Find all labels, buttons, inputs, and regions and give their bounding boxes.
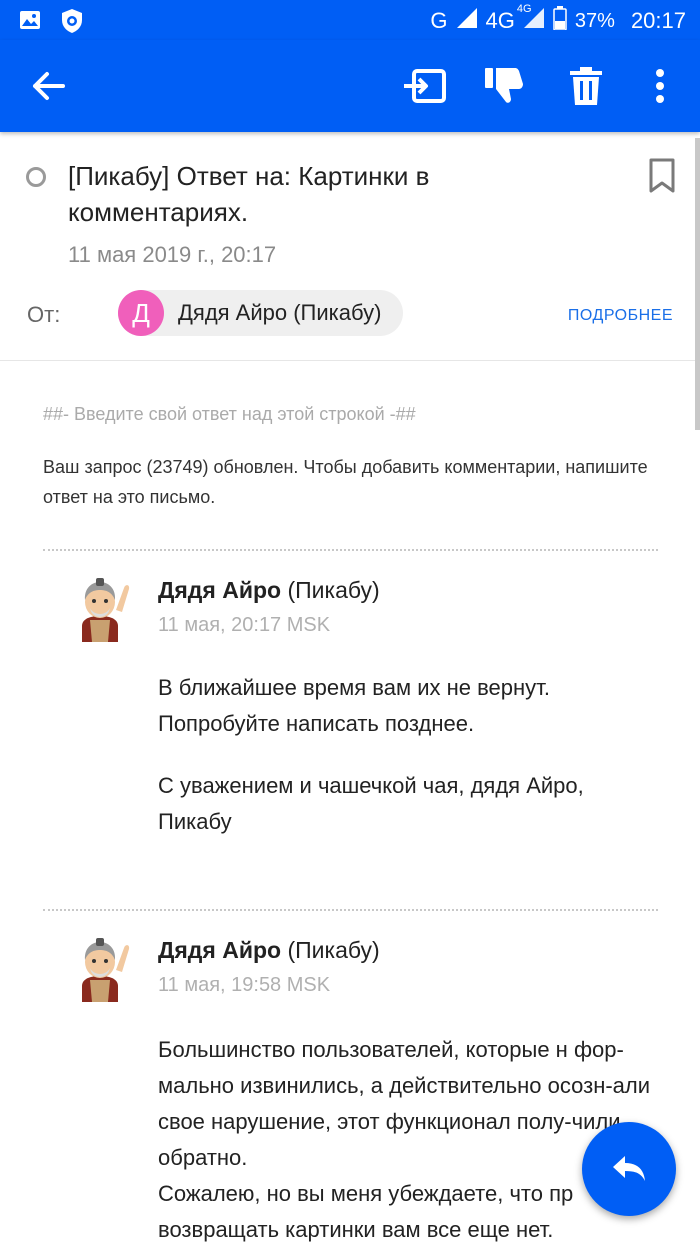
sender-avatar: Д: [118, 290, 164, 336]
commenter-avatar: [70, 936, 132, 1002]
signal-icon: [456, 7, 478, 35]
comment-paragraph: С уважением и чашечкой чая, дядя Айро, П…: [158, 773, 584, 834]
bookmark-icon: [649, 158, 675, 193]
details-link[interactable]: ПОДРОБНЕЕ: [568, 307, 673, 325]
comment-body: В ближайшее время вам их не вернут. Попр…: [158, 670, 658, 840]
delete-button[interactable]: [562, 62, 610, 110]
gallery-notification-icon: [18, 8, 42, 32]
app-toolbar: [0, 40, 700, 132]
clock: 20:17: [630, 8, 686, 33]
network-type-4g: 4G: [485, 8, 515, 33]
message-date: 11 мая 2019 г., 20:17: [68, 242, 277, 267]
network-type-g: G: [430, 8, 448, 33]
network-type-4g-small: 4G: [516, 3, 532, 15]
comment-author: Дядя Айро (Пикабу): [158, 937, 380, 964]
sender-name: Дядя Айро (Пикабу): [178, 300, 382, 325]
comment-author-suffix: (Пикабу): [281, 577, 380, 603]
comment-body: Большинство пользователей, которые н фор…: [158, 1032, 658, 1248]
comment-paragraph: Большинство пользователей, которые н фор…: [158, 1037, 651, 1170]
comment-author-suffix: (Пикабу): [281, 937, 380, 963]
more-vert-icon: [656, 69, 664, 103]
comment-author: Дядя Айро (Пикабу): [158, 577, 380, 604]
from-label: От:: [27, 302, 61, 327]
comment-paragraph: Сожалею, но вы меня убеждаете, что пр во…: [158, 1181, 574, 1242]
battery-percent: 37%: [574, 9, 615, 32]
spam-thumbs-down-icon: [485, 68, 523, 103]
battery-icon: [553, 6, 567, 36]
reply-marker-line: ##- Введите свой ответ над этой строкой …: [43, 404, 416, 424]
move-to-folder-icon: [404, 69, 446, 103]
message-subject: [Пикабу] Ответ на: Картинки в комментари…: [68, 161, 430, 227]
comment-separator: [43, 909, 658, 911]
shield-notification-icon: [60, 8, 84, 33]
spam-button[interactable]: [480, 62, 528, 110]
read-status-toggle[interactable]: [26, 167, 46, 187]
signal-4g-icon: 4G: [517, 3, 545, 35]
comment-time: 11 мая, 19:58 MSK: [158, 974, 331, 996]
sender-chip[interactable]: Д Дядя Айро (Пикабу): [118, 290, 404, 336]
reply-fab-button[interactable]: [582, 1122, 676, 1216]
bookmark-button[interactable]: [648, 158, 676, 194]
reply-icon: [613, 1156, 645, 1181]
status-bar: G 4G 4G 37% 20:17: [0, 0, 700, 40]
intro-text: Ваш запрос (23749) обновлен. Чтобы добав…: [43, 457, 648, 507]
comment-time: 11 мая, 20:17 MSK: [158, 614, 331, 636]
move-to-folder-button[interactable]: [400, 62, 448, 110]
more-options-button[interactable]: [636, 62, 684, 110]
comment-paragraph: В ближайшее время вам их не вернут. Попр…: [158, 675, 550, 736]
trash-icon: [570, 67, 602, 105]
comment-separator: [43, 549, 658, 551]
comment-author-name: Дядя Айро: [158, 577, 282, 603]
scrollbar[interactable]: [695, 138, 700, 430]
commenter-avatar: [70, 576, 132, 642]
back-button[interactable]: [24, 62, 72, 110]
back-arrow-icon: [33, 72, 65, 100]
comment-author-name: Дядя Айро: [158, 937, 282, 963]
